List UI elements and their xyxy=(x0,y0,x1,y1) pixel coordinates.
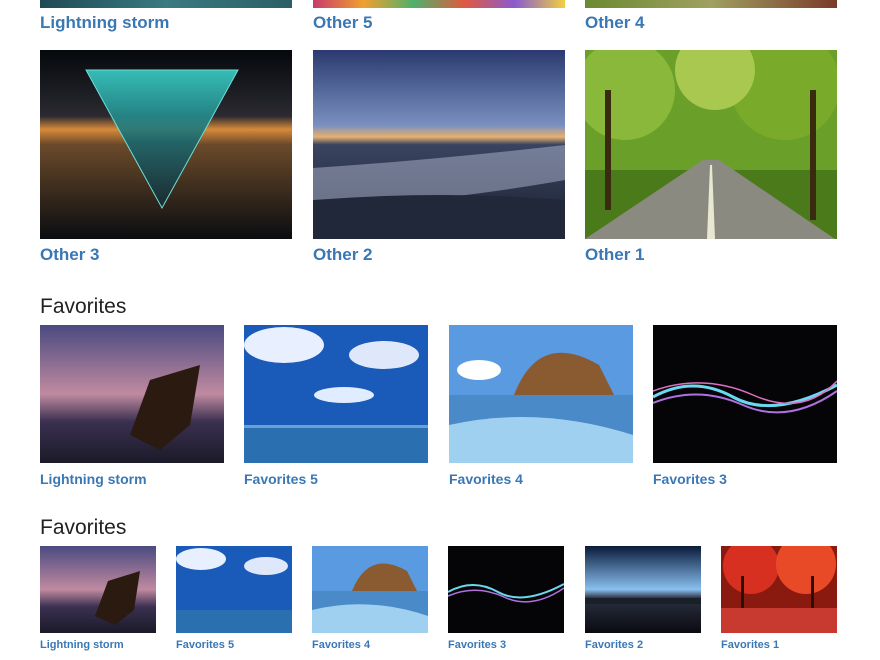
gallery-item-link[interactable]: Lightning storm xyxy=(40,13,169,33)
gallery-item-link[interactable]: Favorites 5 xyxy=(176,639,292,651)
gallery-item: Favorites 4 xyxy=(449,325,633,487)
gallery-item-link[interactable]: Lightning storm xyxy=(40,639,156,651)
thumbnail-image[interactable] xyxy=(313,50,565,239)
gallery-item: Other 3 xyxy=(40,50,292,265)
gallery-item: Favorites 5 xyxy=(176,546,292,651)
gallery-item-link[interactable]: Favorites 3 xyxy=(448,639,564,651)
gallery-item-link[interactable]: Other 3 xyxy=(40,245,292,265)
thumbnail-image[interactable] xyxy=(244,325,428,463)
gallery-item-link[interactable]: Other 4 xyxy=(585,13,645,33)
thumbnail-image[interactable] xyxy=(585,546,701,633)
gallery-item: Lightning storm xyxy=(40,325,224,487)
section-heading: Favorites xyxy=(40,516,127,539)
thumbnail-image[interactable] xyxy=(312,546,428,633)
gallery-item-link[interactable]: Other 1 xyxy=(585,245,837,265)
gallery-item: Other 2 xyxy=(313,50,565,265)
large-gallery-grid: Other 3 Other 2 Other 1 xyxy=(40,50,837,270)
gallery-item-link[interactable]: Other 5 xyxy=(313,13,373,33)
gallery-item: Lightning storm xyxy=(40,546,156,651)
thumbnail-image[interactable] xyxy=(40,546,156,633)
gallery-item: Favorites 5 xyxy=(244,325,428,487)
thumbnail-image[interactable] xyxy=(176,546,292,633)
gallery-item-link[interactable]: Other 2 xyxy=(313,245,565,265)
gallery-item: Favorites 3 xyxy=(653,325,837,487)
gallery-item: Favorites 1 xyxy=(721,546,837,651)
thumbnail-image[interactable] xyxy=(585,0,837,8)
thumbnail-image[interactable] xyxy=(449,325,633,463)
thumbnail-image[interactable] xyxy=(40,325,224,463)
gallery-item: Other 1 xyxy=(585,50,837,265)
gallery-item-link[interactable]: Lightning storm xyxy=(40,471,224,487)
gallery-item-link[interactable]: Favorites 4 xyxy=(449,471,633,487)
gallery-item-link[interactable]: Favorites 5 xyxy=(244,471,428,487)
gallery-item: Favorites 3 xyxy=(448,546,564,651)
top-row xyxy=(40,0,837,8)
thumbnail-image[interactable] xyxy=(313,0,565,8)
thumbnail-image[interactable] xyxy=(40,50,292,239)
thumbnail-image[interactable] xyxy=(585,50,837,239)
thumbnail-image[interactable] xyxy=(40,0,292,8)
gallery-item: Favorites 2 xyxy=(585,546,701,651)
gallery-item-link[interactable]: Favorites 4 xyxy=(312,639,428,651)
gallery-item-link[interactable]: Favorites 3 xyxy=(653,471,837,487)
thumbnail-image[interactable] xyxy=(721,546,837,633)
gallery-item: Favorites 4 xyxy=(312,546,428,651)
section-heading: Favorites xyxy=(40,295,127,318)
thumbnail-image[interactable] xyxy=(448,546,564,633)
gallery-item-link[interactable]: Favorites 2 xyxy=(585,639,701,651)
gallery-item-link[interactable]: Favorites 1 xyxy=(721,639,837,651)
thumbnail-image[interactable] xyxy=(653,325,837,463)
